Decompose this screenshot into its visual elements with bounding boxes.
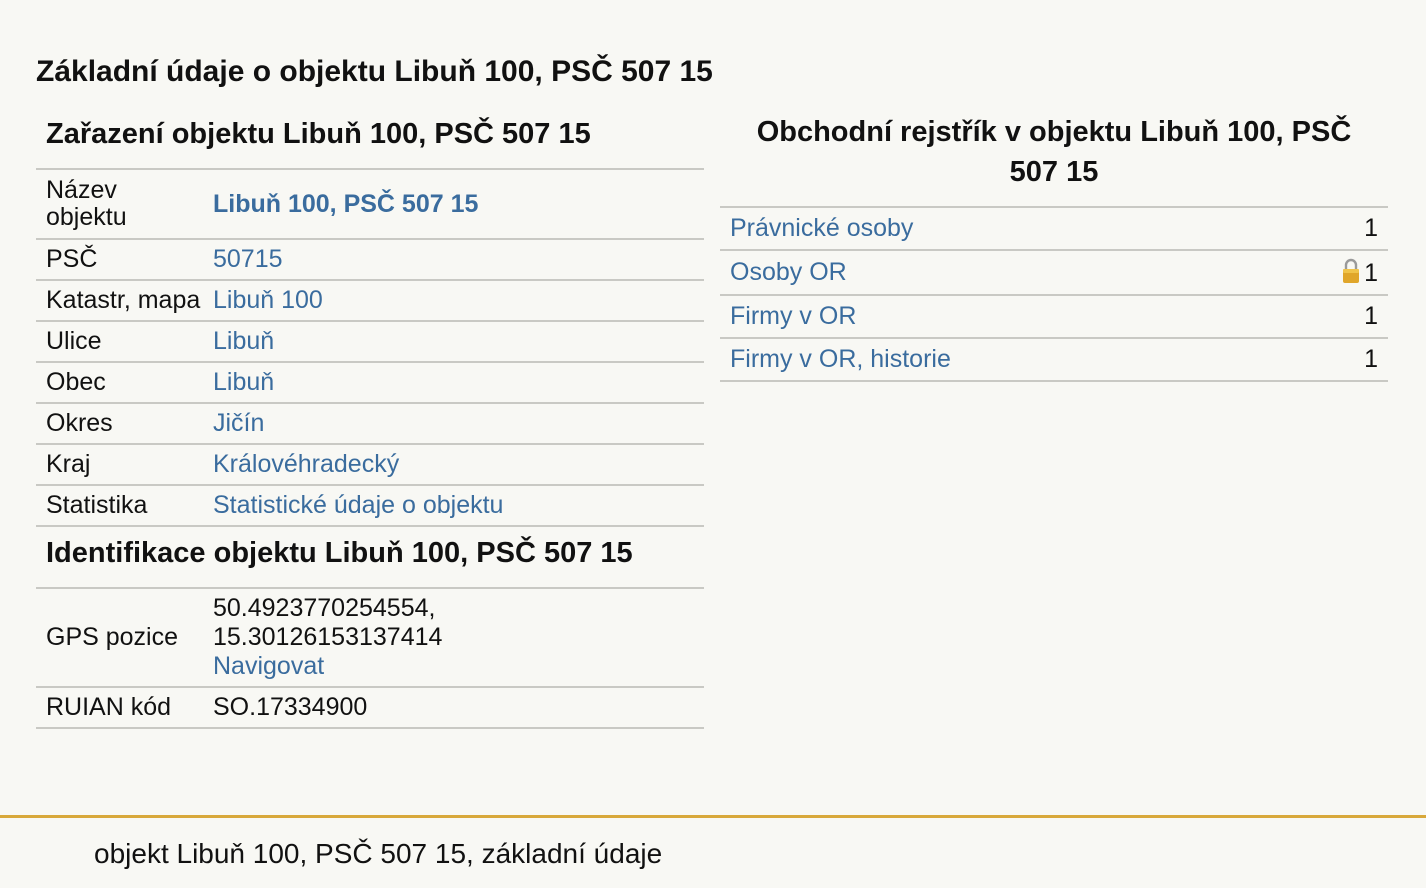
row-key: Katastr, mapa <box>36 280 203 322</box>
row-key: Statistika <box>36 485 203 527</box>
table-row: GPS pozice 50.4923770254554, 15.30126153… <box>36 589 704 688</box>
row-count: 1 <box>1262 338 1388 382</box>
ulice-link[interactable]: Libuň <box>213 327 274 355</box>
gps-value: 50.4923770254554, 15.30126153137414 Navi… <box>203 589 704 688</box>
row-label: Firmy v OR <box>720 295 1263 339</box>
row-label: Osoby OR <box>720 250 1263 296</box>
page-title: Základní údaje o objektu Libuň 100, PSČ … <box>36 55 713 88</box>
row-value: Libuň 100, PSČ 507 15 <box>203 170 704 240</box>
obchodni-heading: Obchodní rejstřík v objektu Libuň 100, P… <box>720 110 1388 208</box>
right-column: Obchodní rejstřík v objektu Libuň 100, P… <box>720 110 1388 382</box>
object-name-link[interactable]: Libuň 100, PSČ 507 15 <box>213 190 478 218</box>
row-value: Jičín <box>203 403 704 445</box>
left-column: Zařazení objektu Libuň 100, PSČ 507 15 N… <box>36 110 704 729</box>
row-label: Právnické osoby <box>720 208 1263 251</box>
row-value: 50715 <box>203 239 704 281</box>
row-count: 1 <box>1262 295 1388 339</box>
pravnicke-osoby-link[interactable]: Právnické osoby <box>730 214 913 242</box>
row-key: Ulice <box>36 321 203 363</box>
row-key: Obec <box>36 362 203 404</box>
table-row: Kraj Královéhradecký <box>36 444 704 486</box>
okres-link[interactable]: Jičín <box>213 409 264 437</box>
table-row: Název objektu Libuň 100, PSČ 507 15 <box>36 170 704 240</box>
row-count: 1 <box>1262 208 1388 251</box>
row-value: Statistické údaje o objektu <box>203 485 704 527</box>
statistika-link[interactable]: Statistické údaje o objektu <box>213 491 503 519</box>
firmy-or-link[interactable]: Firmy v OR <box>730 302 856 330</box>
gps-longitude: 15.30126153137414 <box>213 623 443 651</box>
table-row: Osoby OR 1 <box>720 250 1388 296</box>
page: Základní údaje o objektu Libuň 100, PSČ … <box>0 0 1426 888</box>
row-value: Královéhradecký <box>203 444 704 486</box>
table-row: Statistika Statistické údaje o objektu <box>36 485 704 527</box>
osoby-or-count: 1 <box>1364 258 1378 287</box>
row-value: Libuň <box>203 321 704 363</box>
identifikace-table: GPS pozice 50.4923770254554, 15.30126153… <box>36 589 704 729</box>
table-row: PSČ 50715 <box>36 239 704 281</box>
gps-latitude: 50.4923770254554, <box>213 594 436 622</box>
row-key: Název objektu <box>36 170 203 240</box>
table-row: Obec Libuň <box>36 362 704 404</box>
obec-link[interactable]: Libuň <box>213 368 274 396</box>
table-row: Okres Jičín <box>36 403 704 445</box>
table-row: Právnické osoby 1 <box>720 208 1388 251</box>
osoby-or-link[interactable]: Osoby OR <box>730 258 847 286</box>
navigate-link[interactable]: Navigovat <box>213 652 324 680</box>
table-row: Katastr, mapa Libuň 100 <box>36 280 704 322</box>
row-key: Okres <box>36 403 203 445</box>
row-value: Libuň <box>203 362 704 404</box>
obchodni-table: Právnické osoby 1 Osoby OR 1 Firmy v OR … <box>720 208 1388 382</box>
table-row: Firmy v OR, historie 1 <box>720 338 1388 382</box>
row-key: PSČ <box>36 239 203 281</box>
row-label: Firmy v OR, historie <box>720 338 1263 382</box>
lock-icon <box>1343 258 1360 283</box>
table-row: RUIAN kód SO.17334900 <box>36 687 704 729</box>
row-key: RUIAN kód <box>36 687 203 729</box>
table-row: Ulice Libuň <box>36 321 704 363</box>
zarazeni-table: Název objektu Libuň 100, PSČ 507 15 PSČ … <box>36 170 704 527</box>
ruian-value: SO.17334900 <box>203 687 704 729</box>
katastr-link[interactable]: Libuň 100 <box>213 286 323 314</box>
row-count: 1 <box>1262 250 1388 296</box>
kraj-link[interactable]: Královéhradecký <box>213 450 399 478</box>
row-key: Kraj <box>36 444 203 486</box>
psc-link[interactable]: 50715 <box>213 245 283 273</box>
firmy-or-historie-link[interactable]: Firmy v OR, historie <box>730 345 951 373</box>
row-value: Libuň 100 <box>203 280 704 322</box>
zarazeni-heading: Zařazení objektu Libuň 100, PSČ 507 15 <box>36 110 704 170</box>
footer-divider <box>0 815 1426 818</box>
identifikace-heading: Identifikace objektu Libuň 100, PSČ 507 … <box>36 527 704 589</box>
footer-text: objekt Libuň 100, PSČ 507 15, základní ú… <box>94 838 663 869</box>
row-key: GPS pozice <box>36 589 203 688</box>
table-row: Firmy v OR 1 <box>720 295 1388 339</box>
